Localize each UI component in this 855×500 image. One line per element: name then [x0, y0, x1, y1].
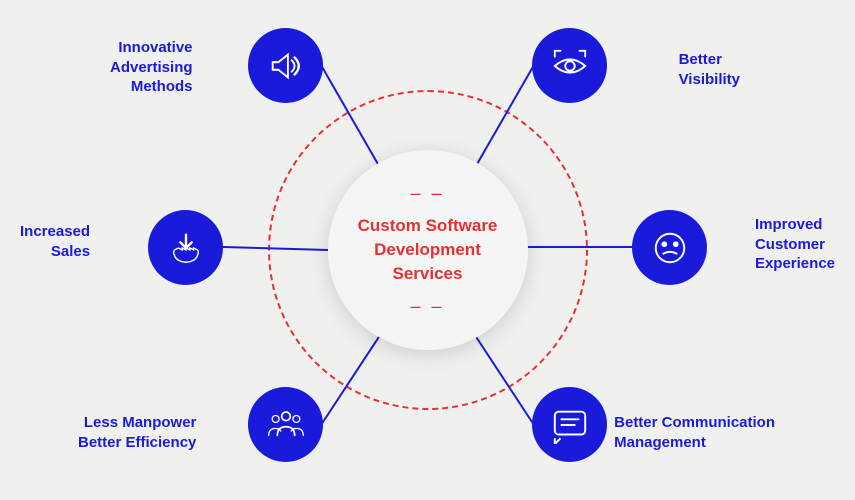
center-circle: – – Custom Software Development Services… — [328, 150, 528, 350]
node-better-visibility — [532, 28, 607, 103]
hand-up-icon — [167, 229, 205, 267]
group-icon — [267, 406, 305, 444]
label-innovative-advertising: Innovative Advertising Methods — [110, 38, 193, 97]
top-dash: – – — [348, 183, 508, 204]
node-improved-customer — [632, 210, 707, 285]
eye-icon — [551, 47, 589, 85]
bottom-dash: – – — [348, 296, 508, 317]
chat-icon — [551, 406, 589, 444]
node-less-manpower — [248, 387, 323, 462]
face-icon — [651, 229, 689, 267]
node-increased-sales — [148, 210, 223, 285]
label-less-manpower: Less Manpower Better Efficiency — [78, 413, 196, 452]
diagram-container: – – Custom Software Development Services… — [0, 0, 855, 500]
label-better-communication: Better Communication Management — [614, 413, 775, 452]
megaphone-icon — [267, 47, 305, 85]
node-innovative-advertising — [248, 28, 323, 103]
center-title: Custom Software Development Services — [348, 204, 508, 295]
label-better-visibility: Better Visibility — [679, 50, 740, 89]
label-improved-customer: Improved Customer Experience — [755, 215, 835, 274]
label-increased-sales: Increased Sales — [20, 222, 90, 261]
node-better-communication — [532, 387, 607, 462]
